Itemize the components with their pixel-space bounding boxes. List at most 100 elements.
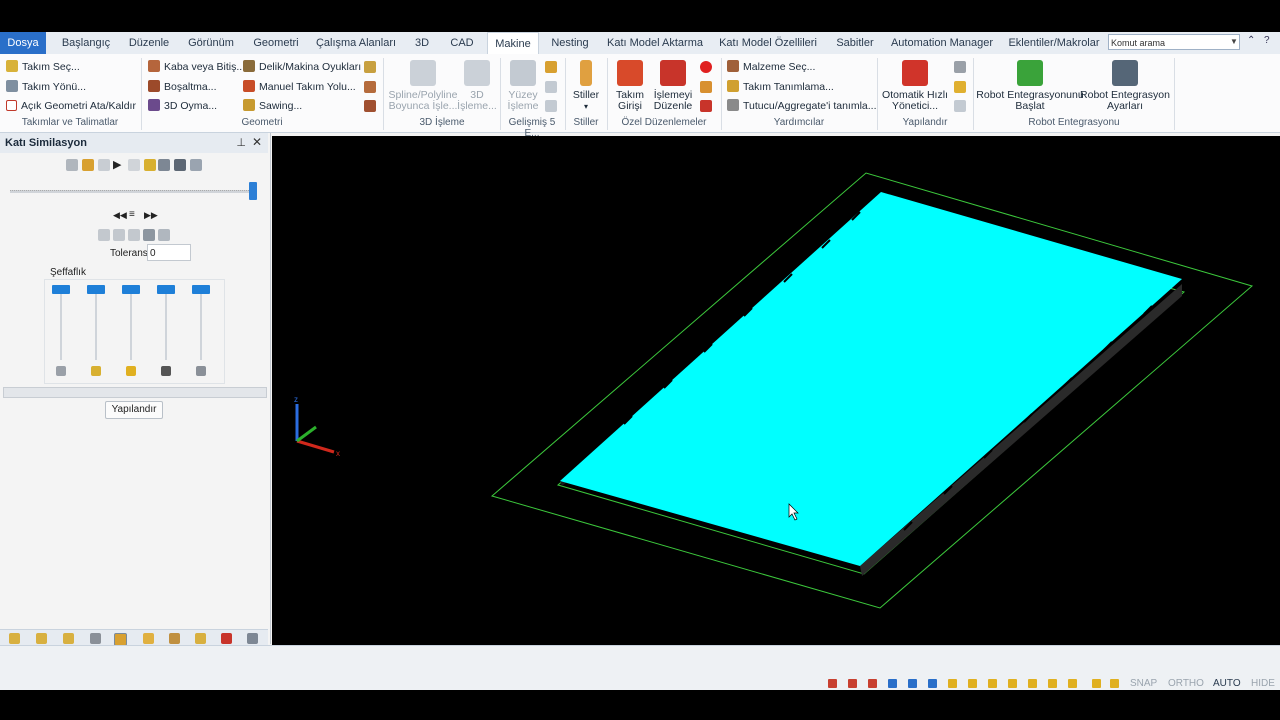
styles-button[interactable]: Stiller ▾ <box>568 60 604 112</box>
close-icon[interactable]: ✕ <box>252 135 262 149</box>
step-icon[interactable] <box>174 159 186 171</box>
ortho-mode[interactable]: ORTHO <box>1168 678 1204 689</box>
configure-icon-3[interactable] <box>954 100 966 112</box>
define-tool-button[interactable]: Takım Tanımlama... <box>727 80 834 94</box>
snap-nearest-icon[interactable] <box>948 679 957 688</box>
viewport-canvas[interactable]: z x <box>272 136 1280 645</box>
geometry-extra-icon-3[interactable] <box>364 100 376 112</box>
tab-workspaces[interactable]: Çalışma Alanları <box>312 32 400 54</box>
snap-mode[interactable]: SNAP <box>1130 678 1157 689</box>
tab-icon-9[interactable] <box>221 633 232 644</box>
stop-icon[interactable] <box>98 159 110 171</box>
tab-view[interactable]: Görünüm <box>182 32 240 54</box>
rewind-icon[interactable]: ◀◀ <box>113 210 127 221</box>
snap-quadrant-icon[interactable] <box>988 679 997 688</box>
3d-viewport[interactable]: z x <box>272 136 1280 645</box>
open-geometry-button[interactable]: Açık Geometri Ata/Kaldır <box>6 99 136 113</box>
menu-icon[interactable]: ≡ <box>129 209 135 220</box>
sawing-button[interactable]: Sawing... <box>243 99 302 113</box>
help-icon[interactable]: ? <box>1264 35 1270 46</box>
transparency-track-2[interactable] <box>95 290 97 360</box>
snap-extension-icon[interactable] <box>1048 679 1057 688</box>
auto-mode[interactable]: AUTO <box>1213 678 1241 689</box>
tab-icon-3[interactable] <box>63 633 74 644</box>
surface-machining-button[interactable]: Yüzey İşleme <box>503 60 543 112</box>
tab-icon-10[interactable] <box>247 633 258 644</box>
tab-icon-8[interactable] <box>195 633 206 644</box>
sim-action-icon-5[interactable] <box>158 229 170 241</box>
select-material-button[interactable]: Malzeme Seç... <box>727 60 815 74</box>
snap-grid-icon[interactable] <box>968 679 977 688</box>
configure-icon-1[interactable] <box>954 61 966 73</box>
special-icon-3[interactable] <box>700 100 712 112</box>
options-icon[interactable] <box>190 159 202 171</box>
sim-action-icon-2[interactable] <box>113 229 125 241</box>
tab-icon-1[interactable] <box>9 633 20 644</box>
adv5-icon-3[interactable] <box>545 100 557 112</box>
configure-button[interactable]: Yapılandır <box>105 401 163 419</box>
snap-tangent-icon[interactable] <box>928 679 937 688</box>
snap-midpoint-icon[interactable] <box>848 679 857 688</box>
auto-rapid-manager-button[interactable]: Otomatik Hızlı Yönetici... <box>880 60 950 112</box>
snap-intersection-icon[interactable] <box>888 679 897 688</box>
snap-perpendicular-icon[interactable] <box>908 679 917 688</box>
play-icon[interactable]: ▶ <box>113 158 121 171</box>
collapse-ribbon-icon[interactable]: ⌃ <box>1247 35 1255 46</box>
tab-plugins-macros[interactable]: Eklentiler/Makrolar <box>1003 32 1105 54</box>
tab-3d[interactable]: 3D <box>408 32 436 54</box>
edit-machining-button[interactable]: İşlemeyi Düzenle <box>648 60 698 112</box>
snap-node-icon[interactable] <box>1008 679 1017 688</box>
adv5-icon-2[interactable] <box>545 81 557 93</box>
tool-direction-button[interactable]: Takım Yönü... <box>6 80 86 94</box>
progress-slider-track[interactable] <box>10 190 255 193</box>
special-icon-2[interactable] <box>700 81 712 93</box>
tab-icon-7[interactable] <box>169 633 180 644</box>
3d-machining-button[interactable]: 3D İşleme... <box>455 60 499 112</box>
snap-endpoint-icon[interactable] <box>828 679 837 688</box>
snap-insert-icon[interactable] <box>1028 679 1037 688</box>
3d-engrave-button[interactable]: 3D Oyma... <box>148 99 217 113</box>
tab-geometry[interactable]: Geometri <box>248 32 304 54</box>
tolerance-input[interactable]: 0 <box>147 244 191 261</box>
sim-reset-icon[interactable] <box>66 159 78 171</box>
snap-toggle-icon[interactable] <box>1092 679 1101 688</box>
transparency-track-4[interactable] <box>165 290 167 360</box>
tab-solid-import[interactable]: Katı Model Aktarma <box>603 32 707 54</box>
transparency-track-1[interactable] <box>60 290 62 360</box>
tab-icon-2[interactable] <box>36 633 47 644</box>
tab-solid-properties[interactable]: Katı Model Özellileri <box>715 32 821 54</box>
geometry-extra-icon[interactable] <box>364 61 376 73</box>
drill-button[interactable]: Delik/Makina Oyukları <box>243 60 361 74</box>
tab-machine[interactable]: Makine <box>487 32 539 56</box>
horizontal-scrollbar[interactable] <box>3 387 267 398</box>
transparency-thumb-2[interactable] <box>87 285 105 294</box>
tab-edit[interactable]: Düzenle <box>124 32 174 54</box>
forward-icon[interactable]: ▶▶ <box>144 210 158 221</box>
tab-nesting[interactable]: Nesting <box>545 32 595 54</box>
tab-cad[interactable]: CAD <box>444 32 480 54</box>
pause-icon[interactable] <box>128 159 140 171</box>
robot-integration-settings-button[interactable]: Robot Entegrasyon Ayarları <box>1080 60 1170 112</box>
tab-home[interactable]: Başlangıç <box>56 32 116 54</box>
manual-toolpath-button[interactable]: Manuel Takım Yolu... <box>243 80 356 94</box>
frame-icon[interactable] <box>158 159 170 171</box>
tool-view-icon[interactable] <box>144 159 156 171</box>
sim-action-icon-1[interactable] <box>98 229 110 241</box>
tab-constants[interactable]: Sabitler <box>829 32 881 54</box>
record-icon[interactable] <box>700 61 712 73</box>
hide-mode[interactable]: HIDE <box>1251 678 1275 689</box>
tab-automation-manager[interactable]: Automation Manager <box>889 32 995 54</box>
snap-center-icon[interactable] <box>868 679 877 688</box>
rough-finish-button[interactable]: Kaba veya Bitiş... <box>148 60 245 74</box>
command-search-input[interactable]: Komut arama <box>1108 34 1240 50</box>
transparency-thumb-1[interactable] <box>52 285 70 294</box>
spline-machining-button[interactable]: Spline/Polyline Boyunca İşle... <box>388 60 458 112</box>
snap-settings-icon[interactable] <box>1110 679 1119 688</box>
transparency-thumb-5[interactable] <box>192 285 210 294</box>
pocket-button[interactable]: Boşaltma... <box>148 80 217 94</box>
sim-action-icon-3[interactable] <box>128 229 140 241</box>
transparency-track-5[interactable] <box>200 290 202 360</box>
save-icon[interactable] <box>143 229 155 241</box>
transparency-thumb-3[interactable] <box>122 285 140 294</box>
progress-slider-thumb[interactable] <box>249 182 257 200</box>
